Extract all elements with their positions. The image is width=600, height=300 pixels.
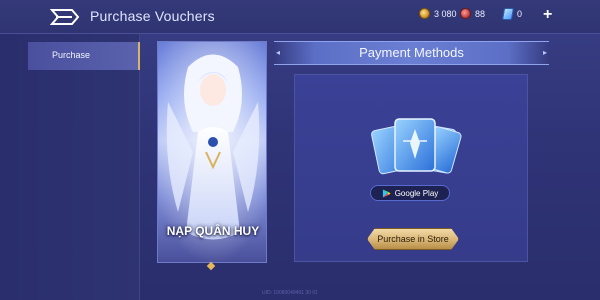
voucher-currency: 0 <box>501 8 523 20</box>
sidebar: Purchase <box>0 34 140 300</box>
right-ornament-icon: ▸ <box>542 48 547 57</box>
gold-currency: 3 080 <box>419 8 457 19</box>
voucher-cards-icon <box>371 118 462 175</box>
banner-title: NẠP QUÂN HUY <box>166 224 260 238</box>
promo-banner[interactable]: NẠP QUÂN HUY <box>157 41 267 263</box>
gold-coin-icon <box>419 8 430 19</box>
back-arrow-icon[interactable] <box>50 8 80 26</box>
gem-currency: 88 <box>460 8 485 19</box>
google-play-icon <box>382 188 391 198</box>
section-header: ◂ Payment Methods ▸ <box>274 41 549 65</box>
sidebar-item-label: Purchase <box>52 50 91 60</box>
uid-text: UID: 10080049491 30 01 <box>262 290 318 296</box>
gem-amount: 88 <box>475 8 486 19</box>
carousel-indicator <box>206 261 216 271</box>
sidebar-item-purchase[interactable]: Purchase <box>28 42 140 70</box>
section-title: Payment Methods <box>359 45 464 60</box>
gold-amount: 3 080 <box>434 8 457 19</box>
voucher-amount: 0 <box>517 9 523 19</box>
add-currency-button[interactable]: + <box>543 6 552 24</box>
ruby-icon <box>460 8 471 19</box>
voucher-icon <box>501 8 515 20</box>
purchase-in-store-button[interactable]: Purchase in Store <box>367 228 459 250</box>
page-title: Purchase Vouchers <box>90 8 215 24</box>
google-play-label: Google Play <box>394 188 439 198</box>
left-ornament-icon: ◂ <box>276 48 281 57</box>
top-bar: Purchase Vouchers 3 080 88 0 + <box>0 0 600 34</box>
payment-panel: Google Play Purchase in Store <box>294 74 528 262</box>
google-play-button[interactable]: Google Play <box>370 185 450 201</box>
